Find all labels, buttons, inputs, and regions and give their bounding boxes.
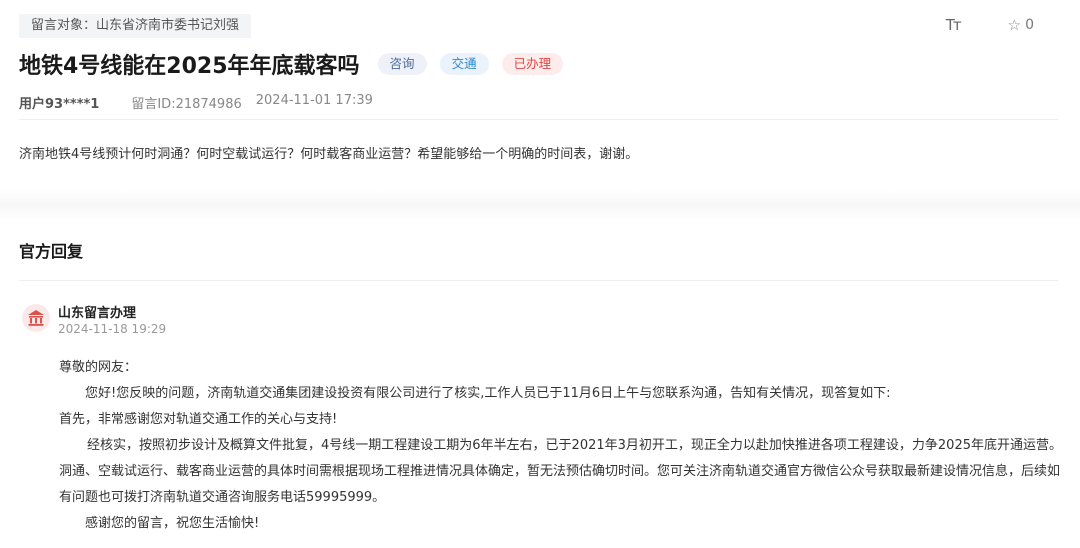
reply-paragraph: 经核实，按照初步设计及概算文件批复，4号线一期工程建设工期为6年半左右，已于20… [59,438,1062,505]
post-date: 2024-11-01 17:39 [255,93,373,108]
font-size-toggle-icon[interactable]: Tт [946,16,962,34]
page-title: 地铁4号线能在2025年年底载客吗 [19,54,360,79]
question-content: 济南地铁4号线预计何时洞通？何时空载试运行？何时载客商业运营？希望能够给一个明确… [19,147,639,162]
favorite-count: 0 [1025,17,1034,33]
reply-body: 尊敬的网友： 您好!您反映的问题，济南轨道交通集团建设投资有限公司进行了核实,工… [59,355,1064,537]
title-row: 地铁4号线能在2025年年底载客吗 咨询 交通 已办理 [19,48,576,80]
avatar [22,304,50,332]
reply-paragraph: 您好!您反映的问题，济南轨道交通集团建设投资有限公司进行了核实,工作人员已于11… [85,386,891,401]
reply-paragraph: 感谢您的留言，祝您生活愉快! [85,516,260,531]
reply-date: 2024-11-18 19:29 [58,322,167,336]
post-author: 用户93****1 [19,97,100,112]
top-actions: Tт ☆ 0 [946,16,1034,34]
divider [19,119,1058,120]
section-separator [0,190,1080,220]
reply-paragraph: 首先，非常感谢您对轨道交通工作的关心与支持! [59,412,338,427]
message-id: 留言ID:21874986 [131,97,242,112]
tag-consult[interactable]: 咨询 [377,53,427,75]
post-meta: 用户93****1 留言ID:21874986 2024-11-01 17:39 [19,93,373,112]
divider [19,280,1058,281]
reply-org-name: 山东留言办理 [58,306,137,321]
tag-traffic[interactable]: 交通 [439,53,489,75]
official-reply-heading: 官方回复 [19,242,84,261]
message-target-tag: 留言对象：山东省济南市委书记刘强 [19,14,252,38]
government-building-icon [28,310,44,326]
reply-greeting: 尊敬的网友： [59,360,138,375]
status-badge: 已办理 [501,53,564,75]
favorite-button[interactable]: ☆ 0 [1008,16,1034,34]
star-icon: ☆ [1007,16,1022,34]
